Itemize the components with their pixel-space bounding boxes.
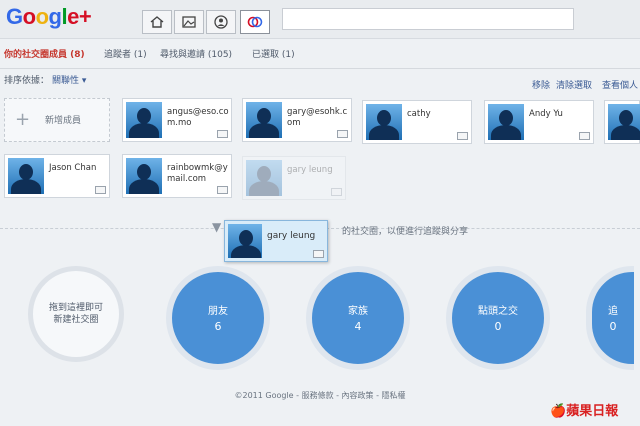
photos-nav-button[interactable]: [174, 10, 204, 34]
search-input[interactable]: [282, 8, 574, 30]
contact-name: gary leung: [287, 165, 333, 175]
contact-card[interactable]: gary@esohk.com: [242, 98, 352, 142]
mail-icon[interactable]: [457, 132, 468, 140]
circle-tabs: 你的社交圈成員 (8) 追蹤者 (1) 尋找與邀請 (105) 已選取 (1): [0, 40, 640, 69]
contact-name: Andy Yu: [529, 109, 563, 119]
avatar: [126, 102, 162, 138]
photos-icon: [182, 16, 196, 28]
google-plus-logo[interactable]: Google+: [6, 4, 92, 30]
newspaper-watermark: 🍎蘋果日報: [550, 404, 619, 419]
contact-name: gary leung: [267, 231, 316, 241]
circle-name: 點頭之交: [478, 306, 518, 317]
contact-name: rainbowmk@ymail.com: [167, 163, 228, 184]
avatar: [228, 224, 262, 258]
mail-icon: [313, 250, 324, 258]
sort-bar: 排序依據： 關聯性 ▾ 移除 清除選取 查看個人: [0, 69, 640, 91]
mail-icon[interactable]: [95, 186, 106, 194]
sort-label: 排序依據：: [4, 76, 50, 86]
tab-selected[interactable]: 已選取 (1): [252, 47, 295, 60]
mail-icon[interactable]: [579, 132, 590, 140]
circle-name: 家族: [348, 306, 368, 317]
add-member-card[interactable]: + 新增成員: [4, 98, 110, 142]
dragged-contact-card[interactable]: gary leung: [224, 220, 328, 262]
add-member-label: 新增成員: [45, 116, 82, 126]
plus-icon: +: [15, 109, 31, 130]
drag-hint: 的社交圈，以便進行追蹤與分享: [342, 227, 469, 237]
home-icon: [150, 16, 164, 28]
home-nav-button[interactable]: [142, 10, 172, 34]
avatar: [126, 158, 162, 194]
new-circle-dropzone[interactable]: 拖到這裡即可新建社交圈: [28, 266, 124, 362]
top-bar: Google+: [0, 0, 640, 39]
contact-card-placeholder: gary leung: [242, 156, 346, 200]
contact-name: Jason Chan: [49, 163, 97, 173]
avatar: [8, 158, 44, 194]
circle-count: 4: [354, 320, 362, 333]
circle-name: 朋友: [208, 306, 228, 317]
circle-acquaintances[interactable]: 點頭之交 0: [446, 266, 550, 370]
profile-nav-button[interactable]: [206, 10, 236, 34]
profile-icon: [214, 15, 228, 29]
down-arrow-icon: ▼: [212, 220, 222, 234]
footer-links[interactable]: ©2011 Google - 服務條款 - 內容政策 - 隱私權: [0, 390, 640, 401]
view-profile-link[interactable]: 查看個人: [602, 78, 638, 91]
contact-name: angus@eso.com.mo: [167, 107, 229, 128]
avatar: [488, 104, 524, 140]
circle-friends[interactable]: 朋友 6: [166, 266, 270, 370]
mail-icon[interactable]: [337, 130, 348, 138]
circle-count: 6: [214, 320, 222, 333]
new-circle-label: 拖到這裡即可新建社交圈: [48, 303, 103, 325]
circles-nav-button[interactable]: [240, 10, 270, 34]
contact-card[interactable]: cathy: [362, 100, 472, 144]
remove-link[interactable]: 移除: [532, 78, 550, 91]
circle-count: 0: [609, 320, 617, 333]
mail-icon[interactable]: [217, 130, 228, 138]
tab-followers[interactable]: 追蹤者 (1): [104, 47, 147, 60]
circles-icon: [247, 16, 263, 28]
tab-find-and-invite[interactable]: 尋找與邀請 (105): [160, 47, 232, 60]
avatar: [608, 104, 640, 140]
clear-selection-link[interactable]: 清除選取: [556, 78, 592, 91]
mail-icon[interactable]: [217, 186, 228, 194]
contact-card[interactable]: [604, 100, 640, 144]
avatar: [366, 104, 402, 140]
tab-your-circles[interactable]: 你的社交圈成員 (8): [4, 47, 85, 60]
circle-name: 追: [608, 306, 618, 317]
circle-family[interactable]: 家族 4: [306, 266, 410, 370]
contact-name: cathy: [407, 109, 431, 119]
contact-name: gary@esohk.com: [287, 107, 348, 128]
contact-card[interactable]: Andy Yu: [484, 100, 594, 144]
contact-card[interactable]: rainbowmk@ymail.com: [122, 154, 232, 198]
avatar: [246, 160, 282, 196]
mail-icon: [331, 188, 342, 196]
contact-card[interactable]: Jason Chan: [4, 154, 110, 198]
contact-card[interactable]: angus@eso.com.mo: [122, 98, 232, 142]
sort-dropdown[interactable]: 關聯性 ▾: [52, 73, 86, 86]
apple-icon: 🍎: [550, 404, 567, 419]
circle-count: 0: [494, 320, 502, 333]
avatar: [246, 102, 282, 138]
circle-following[interactable]: 追 0: [586, 266, 634, 370]
